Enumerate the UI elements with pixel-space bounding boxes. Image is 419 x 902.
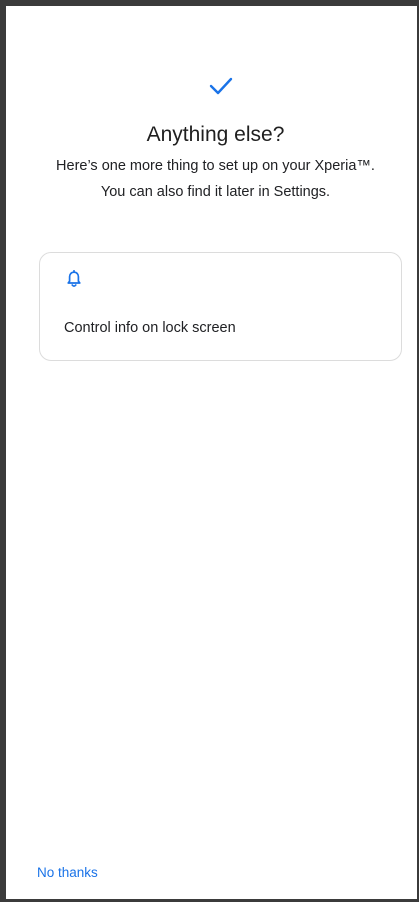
bell-icon bbox=[67, 270, 81, 287]
no-thanks-button[interactable]: No thanks bbox=[37, 865, 98, 880]
option-label: Control info on lock screen bbox=[64, 320, 236, 336]
subtitle-line-2: You can also find it later in Settings. bbox=[100, 184, 331, 200]
phone-screen: Anything else? Here’s one more thing to … bbox=[0, 0, 419, 902]
check-icon bbox=[209, 77, 233, 95]
subtitle-line-1: Here’s one more thing to set up on your … bbox=[56, 158, 375, 174]
page-title: Anything else? bbox=[146, 123, 285, 146]
lock-screen-info-option-card[interactable]: Control info on lock screen bbox=[39, 252, 402, 361]
